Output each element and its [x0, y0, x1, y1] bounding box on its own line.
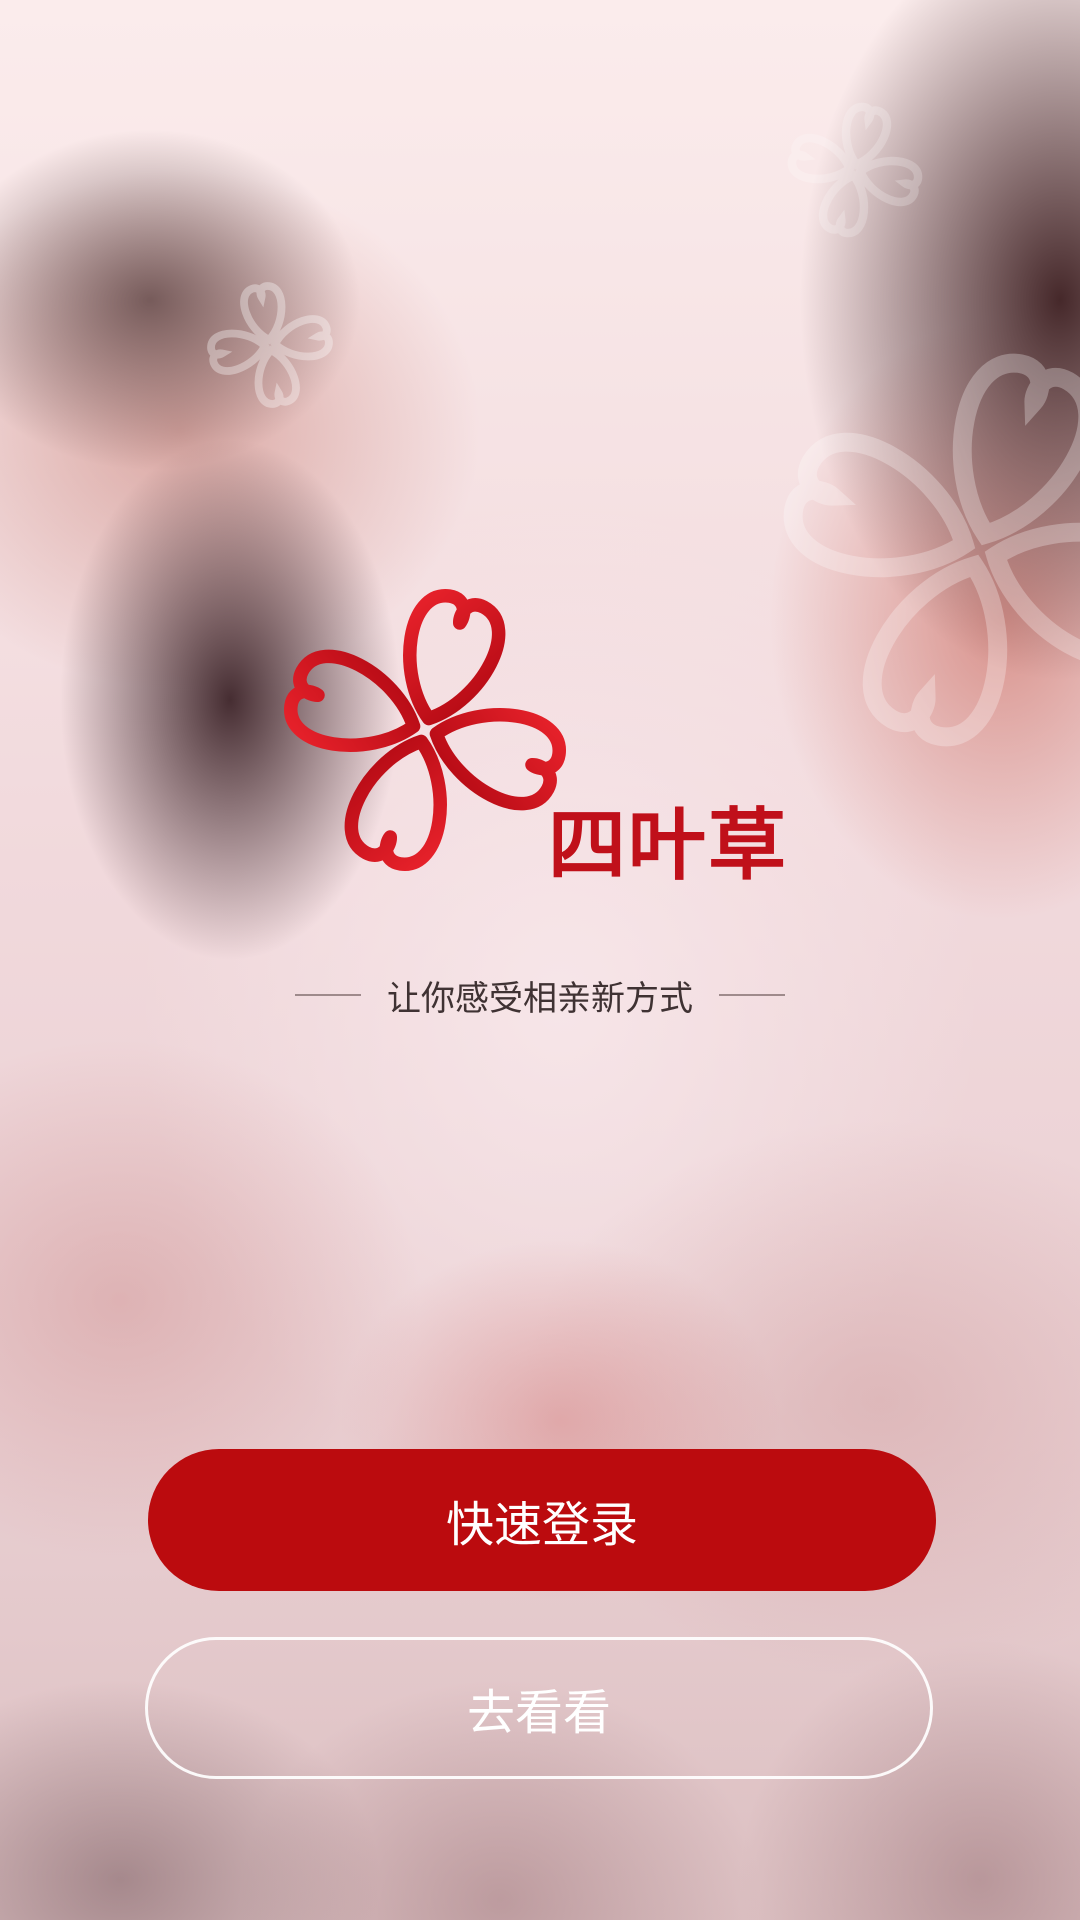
tagline: 让你感受相亲新方式: [387, 978, 693, 1019]
brand-name: 四叶草: [548, 801, 789, 891]
tagline-right-divider: [719, 994, 785, 996]
tagline-left-divider: [295, 994, 361, 996]
tagline-row: 让你感受相亲新方式: [0, 965, 1080, 1025]
blurred-photo-background: [0, 0, 1080, 1920]
splash-screen: 四叶草 让你感受相亲新方式 快速登录 去看看: [0, 0, 1080, 1920]
clover-watermark-large-icon: [783, 353, 1080, 747]
clover-watermark-small-icon: [207, 282, 333, 408]
browse-button[interactable]: 去看看: [145, 1637, 933, 1779]
four-leaf-clover-logo-icon: [284, 589, 566, 871]
clover-watermark-icon: [787, 102, 923, 238]
quick-login-button[interactable]: 快速登录: [148, 1449, 936, 1591]
